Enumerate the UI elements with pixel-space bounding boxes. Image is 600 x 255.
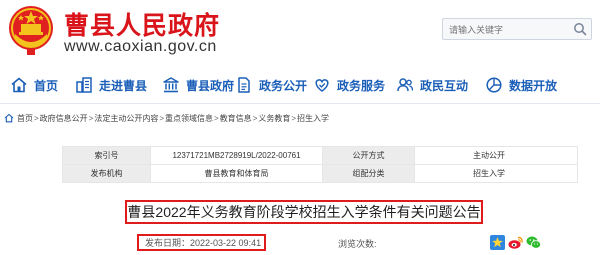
nav-label-home: 首页 [34, 78, 59, 93]
nav-divider [0, 103, 600, 104]
breadcrumb: 首页 > 政府信息公开 > 法定主动公开内容 > 重点领域信息 > 教育信息 > 义务教育… [4, 111, 329, 125]
building-icon [163, 77, 179, 93]
data-icon [486, 77, 502, 93]
site-title: 曹县人民政府 [64, 11, 221, 40]
view-count-label: 浏览次数: [338, 239, 377, 249]
breadcrumb-separator: > [214, 113, 219, 123]
service-icon [315, 79, 329, 92]
nav-item-about[interactable]: 走进曹县 [75, 68, 147, 102]
view-count: 浏览次数: [338, 237, 379, 250]
home-icon [4, 113, 14, 123]
site-url: www.caoxian.gov.cn [64, 38, 217, 55]
article-title-highlight: 曹县2022年义务教育阶段学校招生入学条件有关问题公告 [125, 200, 483, 224]
national-emblem-icon [9, 6, 53, 55]
search-box [442, 18, 592, 40]
breadcrumb-item-education-info[interactable]: 教育信息 [220, 113, 252, 124]
main-nav: 首页 走进曹县 曹县政府 政务公开 政务服务 政民互动 数据开放 [0, 68, 600, 102]
favorite-star-icon[interactable] [490, 235, 505, 250]
publish-date-label: 发布日期： [145, 238, 191, 248]
nav-item-open-data[interactable]: 数据开放 [485, 68, 557, 102]
site-header: 曹县人民政府 www.caoxian.gov.cn [0, 0, 600, 66]
breadcrumb-item-compulsory-education[interactable]: 义务教育 [258, 113, 290, 124]
publisher-label: 发布机构 [62, 164, 151, 183]
table-row: 索引号 12371721MB2728919L/2022-00761 公开方式 主… [62, 146, 578, 165]
search-input[interactable] [447, 20, 569, 40]
publisher-value: 曹县教育和体育局 [150, 164, 323, 183]
search-icon[interactable] [573, 22, 587, 36]
breadcrumb-separator: > [88, 113, 94, 123]
nav-label-public-affairs: 政务公开 [259, 78, 308, 93]
nav-item-services[interactable]: 政务服务 [313, 68, 385, 102]
open-mode-value: 主动公开 [414, 146, 578, 165]
nav-item-interaction[interactable]: 政民互动 [396, 68, 468, 102]
nav-item-public-affairs[interactable]: 政务公开 [235, 68, 307, 102]
nav-label-about: 走进曹县 [99, 78, 148, 93]
breadcrumb-separator: > [291, 113, 297, 123]
document-icon [238, 77, 250, 93]
breadcrumb-item-enrollment[interactable]: 招生入学 [297, 113, 329, 124]
article-title: 曹县2022年义务教育阶段学校招生入学条件有关问题公告 [127, 204, 481, 220]
wechat-icon[interactable] [526, 235, 541, 250]
breadcrumb-item-statutory-content[interactable]: 法定主动公开内容 [94, 113, 158, 124]
nav-item-government[interactable]: 曹县政府 [162, 68, 234, 102]
open-mode-label: 公开方式 [322, 146, 415, 165]
interaction-icon [397, 78, 414, 92]
table-row: 发布机构 曹县教育和体育局 组配分类 招生入学 [62, 164, 578, 183]
breadcrumb-separator: > [252, 113, 258, 123]
index-label: 索引号 [62, 146, 151, 165]
nav-label-government: 曹县政府 [186, 78, 235, 93]
nav-label-interaction: 政民互动 [420, 78, 469, 93]
city-icon [76, 77, 92, 93]
breadcrumb-item-home[interactable]: 首页 [17, 113, 33, 124]
weibo-icon[interactable] [508, 235, 523, 250]
index-value: 12371721MB2728919L/2022-00761 [150, 146, 323, 165]
nav-item-home[interactable]: 首页 [10, 68, 58, 102]
publish-date-value: 2022-03-22 09:41 [190, 237, 262, 248]
breadcrumb-separator: > [159, 113, 165, 123]
publish-date-highlight: 发布日期： 2022-03-22 09:41 [137, 234, 266, 251]
nav-label-open-data: 数据开放 [509, 78, 558, 93]
home-icon [11, 77, 27, 93]
category-label: 组配分类 [322, 164, 415, 183]
breadcrumb-separator: > [34, 113, 39, 123]
metadata-table: 索引号 12371721MB2728919L/2022-00761 公开方式 主… [62, 146, 578, 183]
nav-label-services: 政务服务 [337, 78, 386, 93]
breadcrumb-item-info-disclosure[interactable]: 政府信息公开 [40, 113, 88, 124]
category-value: 招生入学 [414, 164, 578, 183]
breadcrumb-item-key-areas[interactable]: 重点领域信息 [165, 113, 213, 124]
